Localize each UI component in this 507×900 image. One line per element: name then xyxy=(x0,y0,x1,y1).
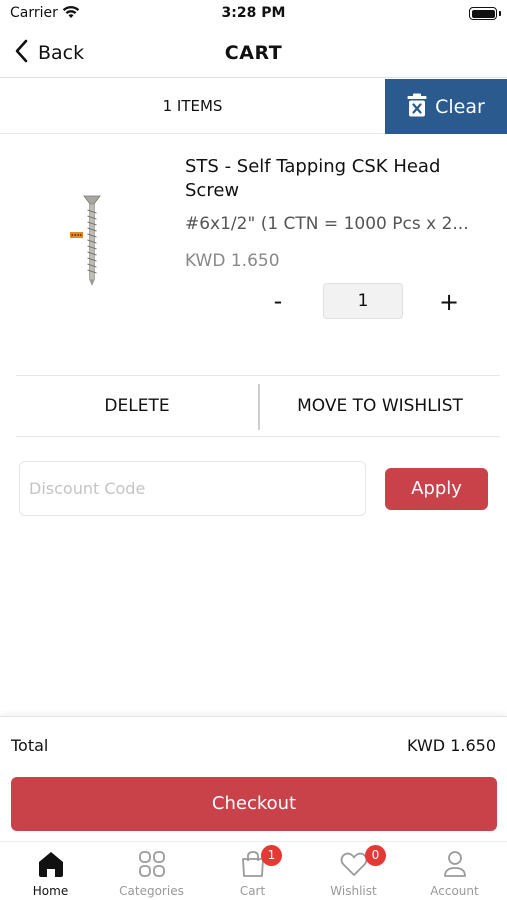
trash-icon xyxy=(407,93,427,121)
tab-account[interactable]: Account xyxy=(404,842,505,900)
tab-home[interactable]: Home xyxy=(0,842,101,900)
cart-items-header: 1 ITEMS Clear xyxy=(0,79,507,134)
status-time: 3:28 PM xyxy=(221,5,286,21)
product-name[interactable]: STS - Self Tapping CSK Head Screw xyxy=(185,155,485,203)
tab-wishlist-label: Wishlist xyxy=(330,884,377,898)
tab-cart-label: Cart xyxy=(239,884,266,898)
tab-home-label: Home xyxy=(32,884,69,898)
total-value: KWD 1.650 xyxy=(407,736,496,755)
discount-code-input[interactable] xyxy=(19,461,366,516)
account-icon xyxy=(440,849,470,879)
tab-cart[interactable]: 1 Cart xyxy=(202,842,303,900)
heart-icon xyxy=(339,849,369,879)
clear-label: Clear xyxy=(435,95,485,118)
tab-account-label: Account xyxy=(430,884,479,898)
apply-discount-button[interactable]: Apply xyxy=(385,468,488,510)
tab-bar: Home Categories 1 Cart 0 Wishlist Accoun… xyxy=(0,841,507,900)
total-label: Total xyxy=(11,736,49,755)
items-count: 1 ITEMS xyxy=(162,97,223,115)
move-to-wishlist-button[interactable]: MOVE TO WISHLIST xyxy=(260,376,500,436)
wishlist-badge: 0 xyxy=(365,845,386,866)
tab-wishlist[interactable]: 0 Wishlist xyxy=(303,842,404,900)
product-variant: #6x1/2" (1 CTN = 1000 Pcs x 2... xyxy=(185,214,469,234)
page-title: CART xyxy=(224,42,283,64)
tab-categories-label: Categories xyxy=(119,884,184,898)
quantity-value[interactable]: 1 xyxy=(323,283,403,319)
cart-item-actions: DELETE MOVE TO WISHLIST xyxy=(16,375,500,437)
quantity-increase-button[interactable]: + xyxy=(432,285,466,319)
delete-button[interactable]: DELETE xyxy=(16,376,258,436)
screw-product-image xyxy=(58,190,128,290)
cart-item: STS - Self Tapping CSK Head Screw #6x1/2… xyxy=(0,135,507,375)
home-icon xyxy=(36,849,66,879)
battery-icon xyxy=(469,7,501,20)
categories-icon xyxy=(137,849,167,879)
tab-categories[interactable]: Categories xyxy=(101,842,202,900)
quantity-decrease-button[interactable]: - xyxy=(262,285,294,319)
checkout-button[interactable]: Checkout xyxy=(11,777,497,831)
cart-badge: 1 xyxy=(261,845,282,866)
clear-cart-button[interactable]: Clear xyxy=(385,79,507,134)
product-price: KWD 1.650 xyxy=(185,251,280,271)
order-summary: Total KWD 1.650 Checkout xyxy=(0,716,507,841)
nav-bar: Back CART xyxy=(0,30,507,78)
status-bar: Carrier 3:28 PM xyxy=(0,0,507,30)
